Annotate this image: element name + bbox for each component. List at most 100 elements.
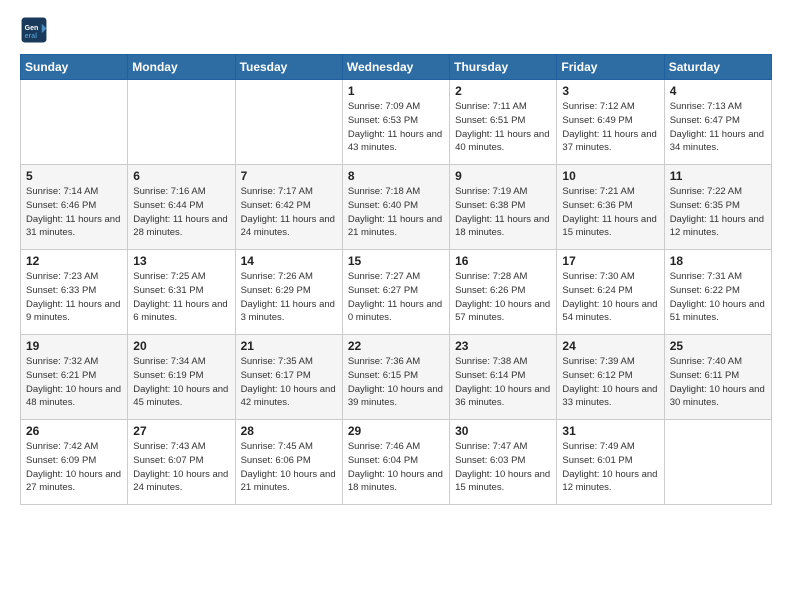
day-info: Sunrise: 7:11 AMSunset: 6:51 PMDaylight:… bbox=[455, 100, 551, 155]
weekday-header-friday: Friday bbox=[557, 55, 664, 80]
day-info: Sunrise: 7:28 AMSunset: 6:26 PMDaylight:… bbox=[455, 270, 551, 325]
day-number: 7 bbox=[241, 169, 337, 183]
weekday-header-saturday: Saturday bbox=[664, 55, 771, 80]
calendar-cell: 17 Sunrise: 7:30 AMSunset: 6:24 PMDayligh… bbox=[557, 250, 664, 335]
day-number: 20 bbox=[133, 339, 229, 353]
day-number: 29 bbox=[348, 424, 444, 438]
calendar-cell bbox=[21, 80, 128, 165]
calendar-cell: 2 Sunrise: 7:11 AMSunset: 6:51 PMDaylight… bbox=[450, 80, 557, 165]
day-info: Sunrise: 7:13 AMSunset: 6:47 PMDaylight:… bbox=[670, 100, 766, 155]
calendar-cell: 1Sunrise: 7:09 AMSunset: 6:53 PMDaylight… bbox=[342, 80, 449, 165]
calendar-cell: 28 Sunrise: 7:45 AMSunset: 6:06 PMDayligh… bbox=[235, 420, 342, 505]
day-number: 31 bbox=[562, 424, 658, 438]
day-number: 22 bbox=[348, 339, 444, 353]
day-number: 16 bbox=[455, 254, 551, 268]
calendar-cell: 24Sunrise: 7:39 AMSunset: 6:12 PMDayligh… bbox=[557, 335, 664, 420]
day-info: Sunrise: 7:47 AMSunset: 6:03 PMDaylight:… bbox=[455, 440, 551, 495]
week-row-4: 19Sunrise: 7:32 AMSunset: 6:21 PMDayligh… bbox=[21, 335, 772, 420]
week-row-3: 12 Sunrise: 7:23 AMSunset: 6:33 PMDayligh… bbox=[21, 250, 772, 335]
calendar-cell: 15 Sunrise: 7:27 AMSunset: 6:27 PMDayligh… bbox=[342, 250, 449, 335]
calendar-cell: 9 Sunrise: 7:19 AMSunset: 6:38 PMDaylight… bbox=[450, 165, 557, 250]
weekday-header-thursday: Thursday bbox=[450, 55, 557, 80]
week-row-5: 26Sunrise: 7:42 AMSunset: 6:09 PMDayligh… bbox=[21, 420, 772, 505]
calendar-cell: 8 Sunrise: 7:18 AMSunset: 6:40 PMDaylight… bbox=[342, 165, 449, 250]
header: Gen eral bbox=[20, 16, 772, 44]
day-number: 21 bbox=[241, 339, 337, 353]
calendar-cell: 30 Sunrise: 7:47 AMSunset: 6:03 PMDayligh… bbox=[450, 420, 557, 505]
day-info: Sunrise: 7:17 AMSunset: 6:42 PMDaylight:… bbox=[241, 185, 337, 240]
day-info: Sunrise: 7:16 AMSunset: 6:44 PMDaylight:… bbox=[133, 185, 229, 240]
calendar-cell: 23Sunrise: 7:38 AMSunset: 6:14 PMDayligh… bbox=[450, 335, 557, 420]
calendar-cell: 12 Sunrise: 7:23 AMSunset: 6:33 PMDayligh… bbox=[21, 250, 128, 335]
logo: Gen eral bbox=[20, 16, 52, 44]
weekday-header-row: SundayMondayTuesdayWednesdayThursdayFrid… bbox=[21, 55, 772, 80]
day-info: Sunrise: 7:12 AMSunset: 6:49 PMDaylight:… bbox=[562, 100, 658, 155]
day-info: Sunrise: 7:27 AMSunset: 6:27 PMDaylight:… bbox=[348, 270, 444, 325]
day-number: 27 bbox=[133, 424, 229, 438]
day-info: Sunrise: 7:23 AMSunset: 6:33 PMDaylight:… bbox=[26, 270, 122, 325]
calendar-cell: 5Sunrise: 7:14 AMSunset: 6:46 PMDaylight… bbox=[21, 165, 128, 250]
page: Gen eral SundayMondayTuesdayWednesdayThu… bbox=[0, 0, 792, 612]
day-number: 8 bbox=[348, 169, 444, 183]
day-info: Sunrise: 7:19 AMSunset: 6:38 PMDaylight:… bbox=[455, 185, 551, 240]
day-info: Sunrise: 7:26 AMSunset: 6:29 PMDaylight:… bbox=[241, 270, 337, 325]
calendar-cell: 14Sunrise: 7:26 AMSunset: 6:29 PMDayligh… bbox=[235, 250, 342, 335]
day-number: 3 bbox=[562, 84, 658, 98]
calendar-cell: 19Sunrise: 7:32 AMSunset: 6:21 PMDayligh… bbox=[21, 335, 128, 420]
day-info: Sunrise: 7:46 AMSunset: 6:04 PMDaylight:… bbox=[348, 440, 444, 495]
day-number: 30 bbox=[455, 424, 551, 438]
week-row-2: 5Sunrise: 7:14 AMSunset: 6:46 PMDaylight… bbox=[21, 165, 772, 250]
day-number: 25 bbox=[670, 339, 766, 353]
weekday-header-wednesday: Wednesday bbox=[342, 55, 449, 80]
calendar-cell: 18Sunrise: 7:31 AMSunset: 6:22 PMDayligh… bbox=[664, 250, 771, 335]
day-info: Sunrise: 7:43 AMSunset: 6:07 PMDaylight:… bbox=[133, 440, 229, 495]
day-number: 11 bbox=[670, 169, 766, 183]
calendar-cell: 6 Sunrise: 7:16 AMSunset: 6:44 PMDaylight… bbox=[128, 165, 235, 250]
calendar-cell: 7 Sunrise: 7:17 AMSunset: 6:42 PMDaylight… bbox=[235, 165, 342, 250]
day-info: Sunrise: 7:49 AMSunset: 6:01 PMDaylight:… bbox=[562, 440, 658, 495]
calendar-cell: 21 Sunrise: 7:35 AMSunset: 6:17 PMDayligh… bbox=[235, 335, 342, 420]
day-info: Sunrise: 7:35 AMSunset: 6:17 PMDaylight:… bbox=[241, 355, 337, 410]
calendar-cell: 20 Sunrise: 7:34 AMSunset: 6:19 PMDayligh… bbox=[128, 335, 235, 420]
calendar-cell: 10 Sunrise: 7:21 AMSunset: 6:36 PMDayligh… bbox=[557, 165, 664, 250]
weekday-header-monday: Monday bbox=[128, 55, 235, 80]
calendar-cell: 3 Sunrise: 7:12 AMSunset: 6:49 PMDaylight… bbox=[557, 80, 664, 165]
day-number: 15 bbox=[348, 254, 444, 268]
day-number: 9 bbox=[455, 169, 551, 183]
calendar-cell: 11 Sunrise: 7:22 AMSunset: 6:35 PMDayligh… bbox=[664, 165, 771, 250]
calendar: SundayMondayTuesdayWednesdayThursdayFrid… bbox=[20, 54, 772, 505]
day-info: Sunrise: 7:36 AMSunset: 6:15 PMDaylight:… bbox=[348, 355, 444, 410]
day-info: Sunrise: 7:18 AMSunset: 6:40 PMDaylight:… bbox=[348, 185, 444, 240]
calendar-cell bbox=[235, 80, 342, 165]
calendar-cell bbox=[128, 80, 235, 165]
day-info: Sunrise: 7:21 AMSunset: 6:36 PMDaylight:… bbox=[562, 185, 658, 240]
day-info: Sunrise: 7:39 AMSunset: 6:12 PMDaylight:… bbox=[562, 355, 658, 410]
day-number: 6 bbox=[133, 169, 229, 183]
day-number: 4 bbox=[670, 84, 766, 98]
day-number: 1 bbox=[348, 84, 444, 98]
day-info: Sunrise: 7:40 AMSunset: 6:11 PMDaylight:… bbox=[670, 355, 766, 410]
day-number: 12 bbox=[26, 254, 122, 268]
calendar-cell: 26Sunrise: 7:42 AMSunset: 6:09 PMDayligh… bbox=[21, 420, 128, 505]
day-number: 5 bbox=[26, 169, 122, 183]
day-info: Sunrise: 7:30 AMSunset: 6:24 PMDaylight:… bbox=[562, 270, 658, 325]
day-info: Sunrise: 7:25 AMSunset: 6:31 PMDaylight:… bbox=[133, 270, 229, 325]
day-number: 28 bbox=[241, 424, 337, 438]
day-number: 10 bbox=[562, 169, 658, 183]
calendar-cell: 29 Sunrise: 7:46 AMSunset: 6:04 PMDayligh… bbox=[342, 420, 449, 505]
day-info: Sunrise: 7:34 AMSunset: 6:19 PMDaylight:… bbox=[133, 355, 229, 410]
svg-text:eral: eral bbox=[25, 33, 38, 40]
day-info: Sunrise: 7:22 AMSunset: 6:35 PMDaylight:… bbox=[670, 185, 766, 240]
weekday-header-sunday: Sunday bbox=[21, 55, 128, 80]
weekday-header-tuesday: Tuesday bbox=[235, 55, 342, 80]
logo-icon: Gen eral bbox=[20, 16, 48, 44]
day-number: 2 bbox=[455, 84, 551, 98]
calendar-cell: 4 Sunrise: 7:13 AMSunset: 6:47 PMDaylight… bbox=[664, 80, 771, 165]
day-number: 26 bbox=[26, 424, 122, 438]
day-number: 17 bbox=[562, 254, 658, 268]
day-number: 19 bbox=[26, 339, 122, 353]
day-info: Sunrise: 7:45 AMSunset: 6:06 PMDaylight:… bbox=[241, 440, 337, 495]
calendar-cell: 25 Sunrise: 7:40 AMSunset: 6:11 PMDayligh… bbox=[664, 335, 771, 420]
calendar-cell: 16 Sunrise: 7:28 AMSunset: 6:26 PMDayligh… bbox=[450, 250, 557, 335]
day-number: 18 bbox=[670, 254, 766, 268]
